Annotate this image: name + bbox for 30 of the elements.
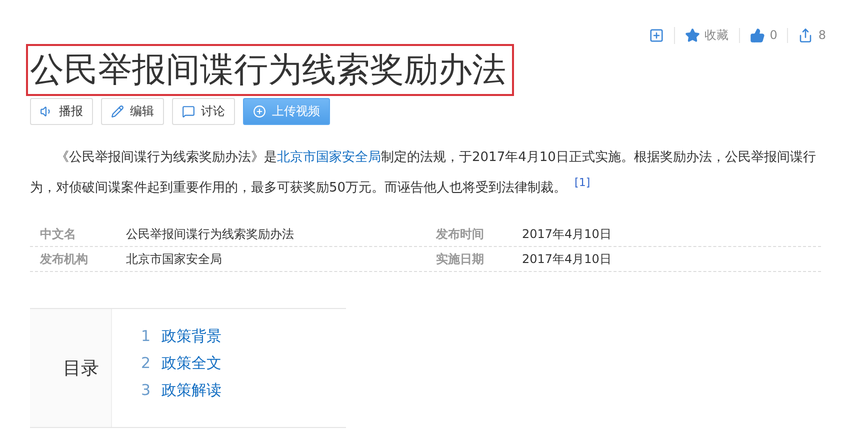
- info-value: 2017年4月10日: [522, 226, 612, 243]
- pencil-icon: [111, 105, 124, 118]
- info-value: 公民举报间谍行为线索奖励办法: [126, 226, 295, 243]
- info-label: 发布机构: [38, 250, 89, 268]
- comment-icon: [182, 105, 195, 118]
- info-label: 发布时间: [434, 226, 485, 243]
- star-icon: [684, 28, 700, 42]
- toc-link[interactable]: 2 政策全文: [141, 354, 222, 374]
- info-label: 实施日期: [435, 250, 485, 268]
- page-title: 公民举报间谍行为线索奖励办法: [26, 44, 514, 96]
- toc-heading: 目录: [63, 357, 99, 380]
- info-value: 2017年4月10日: [522, 250, 612, 268]
- action-button[interactable]: 收藏: [674, 26, 739, 44]
- toc-link[interactable]: 3 政策解读: [141, 381, 222, 400]
- add-icon: [648, 28, 664, 42]
- citation-link[interactable]: [1]: [574, 176, 590, 189]
- speaker-icon: [40, 105, 53, 118]
- action-button[interactable]: 8: [787, 28, 836, 42]
- action-button[interactable]: 0: [738, 28, 788, 42]
- plus-circle-icon: [253, 105, 266, 118]
- info-value: 北京市国家安全局: [126, 250, 223, 268]
- share-icon: [798, 28, 814, 42]
- text-link[interactable]: 北京市国家安全局: [277, 150, 381, 165]
- toc-link[interactable]: 1 政策背景: [141, 327, 222, 346]
- toolbar-button[interactable]: 播报: [30, 98, 93, 125]
- info-label: 中文名: [39, 226, 77, 243]
- intro-paragraph: 《公民举报间谍行为线索奖励办法》是北京市国家安全局制定的法规，于2017年4月10日正式实施。根据奖励办法，公民举报间谍行为，对侦破间谍案件起到重要作用的，最多可获奖励50万元。而诬告他人也将受到法律制裁。 $^{[1]}$: [30, 149, 817, 198]
- toolbar-button[interactable]: 讨论: [172, 98, 235, 125]
- thumbs-up-icon: [750, 28, 765, 42]
- toolbar-button[interactable]: 编辑: [101, 98, 164, 125]
